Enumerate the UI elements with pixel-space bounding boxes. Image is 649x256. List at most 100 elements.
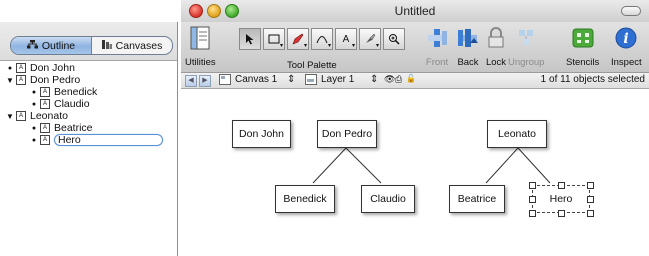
outline-item-label: Don John [30,62,75,74]
drawing-canvas[interactable]: Don John Don Pedro Leonato Benedick Clau… [181,89,649,256]
outline-item-label: Benedick [54,86,98,98]
node-don-pedro[interactable]: Don Pedro [317,120,377,148]
shape-icon: A [16,75,26,85]
canvas-stepper-icon[interactable]: ⇕ [287,74,295,85]
layer-visibility-icon[interactable]: 👁 [384,74,395,85]
outline-item-claudio[interactable]: ● A Claudio [0,98,177,110]
zoom-magnifier-icon[interactable] [383,28,405,50]
pen-tool-icon[interactable]: ▾ [287,28,309,50]
front-label: Front [425,57,449,68]
lock-label: Lock [485,57,507,68]
utilities-label: Utilities [185,57,216,68]
node-leonato[interactable]: Leonato [487,120,547,148]
resize-handle[interactable] [558,182,565,189]
title-bar[interactable]: Untitled [181,0,649,23]
layer-lock-icon[interactable]: 🔓 [406,74,416,83]
bullet-icon: ● [31,136,37,144]
view-segmented-control: Outline Canvases [10,36,173,55]
outline-tree: ● A Don John ▼ A Don Pedro ● A Benedick … [0,62,177,146]
outline-item-benedick[interactable]: ● A Benedick [0,86,177,98]
bring-to-front-button[interactable]: Front [424,25,450,68]
outline-panel: Outline Canvases ● A Don John ▼ A Don Pe… [0,22,178,256]
toolbar-toggle-button[interactable] [621,6,641,16]
node-beatrice[interactable]: Beatrice [449,185,505,213]
lock-icon [483,25,509,51]
disclosure-triangle-open-icon[interactable]: ▼ [6,112,14,121]
ungroup-button[interactable]: Ungroup [508,25,544,68]
previous-canvas-button[interactable]: ◀ [185,75,197,87]
node-label: Don Pedro [321,128,373,140]
outline-item-hero[interactable]: ● A Hero [0,134,177,146]
disclosure-triangle-open-icon[interactable]: ▼ [6,76,14,85]
outline-item-edit-field[interactable]: Hero [54,134,163,146]
panel-header: Outline Canvases [0,22,177,61]
node-don-john[interactable]: Don John [232,120,291,148]
node-label: Claudio [370,193,406,205]
outline-item-don-john[interactable]: ● A Don John [0,62,177,74]
node-hero-selected[interactable]: Hero [532,185,590,213]
send-to-back-button[interactable]: Back [455,25,481,68]
outline-item-label: Don Pedro [30,74,81,86]
tab-canvases[interactable]: Canvases [92,37,172,54]
utilities-button[interactable]: Utilities [185,25,216,68]
text-tool-icon[interactable]: A ▾ [335,28,357,50]
resize-handle[interactable] [587,210,594,217]
lock-button[interactable]: Lock [483,25,509,68]
outline-item-label: Beatrice [54,122,93,134]
toolbar: Utilities ▾ ▾ ▾ A ▾ ▾ Tool Palette Front… [181,22,649,73]
bullet-icon: ● [7,64,13,72]
tab-outline[interactable]: Outline [11,37,92,54]
selection-arrow-icon[interactable] [239,28,261,50]
layer-icon [305,74,317,88]
layer-selector[interactable]: Layer 1 [321,74,354,85]
shape-icon: A [16,63,26,73]
canvases-icon [101,39,112,52]
resize-handle[interactable] [587,196,594,203]
resize-handle[interactable] [529,196,536,203]
info-inspect-icon: i [613,25,639,51]
svg-text:i: i [624,31,629,47]
line-tool-icon[interactable]: ▾ [311,28,333,50]
shape-icon: A [40,135,50,145]
bullet-icon: ● [31,88,37,96]
outline-item-label: Leonato [30,110,68,122]
shape-icon: A [40,99,50,109]
stencils-button[interactable]: Stencils [566,25,599,68]
ungroup-label: Ungroup [508,57,545,68]
canvas-layer-bar: ◀ ▶ Canvas 1 ⇕ Layer 1 ⇕ 👁 ⎙ 🔓 1 of 11 o… [181,73,649,89]
bring-to-front-icon [424,25,450,51]
canvas-selector[interactable]: Canvas 1 [235,74,277,85]
tab-canvases-label: Canvases [115,39,163,52]
resize-handle[interactable] [529,182,536,189]
connector-lines [312,147,551,184]
resize-handle[interactable] [587,182,594,189]
inspect-label: Inspect [611,57,642,68]
tool-palette: ▾ ▾ ▾ A ▾ ▾ [239,28,407,50]
next-canvas-button[interactable]: ▶ [199,75,211,87]
shape-icon: A [40,123,50,133]
outline-item-leonato[interactable]: ▼ A Leonato [0,110,177,122]
inspect-button[interactable]: i Inspect [611,25,642,68]
bullet-icon: ● [31,100,37,108]
tab-outline-label: Outline [41,39,76,52]
rectangle-shape-icon[interactable]: ▾ [263,28,285,50]
shape-icon: A [16,111,26,121]
canvas-icon [219,74,231,88]
style-brush-icon[interactable]: ▾ [359,28,381,50]
node-claudio[interactable]: Claudio [361,185,415,213]
layer-stepper-icon[interactable]: ⇕ [370,74,378,85]
resize-handle[interactable] [558,210,565,217]
outline-item-label: Claudio [54,98,90,110]
send-to-back-icon [455,25,481,51]
outline-item-beatrice[interactable]: ● A Beatrice [0,122,177,134]
resize-handle[interactable] [529,210,536,217]
layer-print-icon[interactable]: ⎙ [395,74,402,85]
outline-hierarchy-icon [26,39,38,52]
node-label: Leonato [498,128,536,140]
shape-icon: A [40,87,50,97]
stencils-icon [570,25,596,51]
back-label: Back [457,57,479,68]
node-benedick[interactable]: Benedick [275,185,335,213]
outline-item-don-pedro[interactable]: ▼ A Don Pedro [0,74,177,86]
node-label: Beatrice [457,193,497,205]
